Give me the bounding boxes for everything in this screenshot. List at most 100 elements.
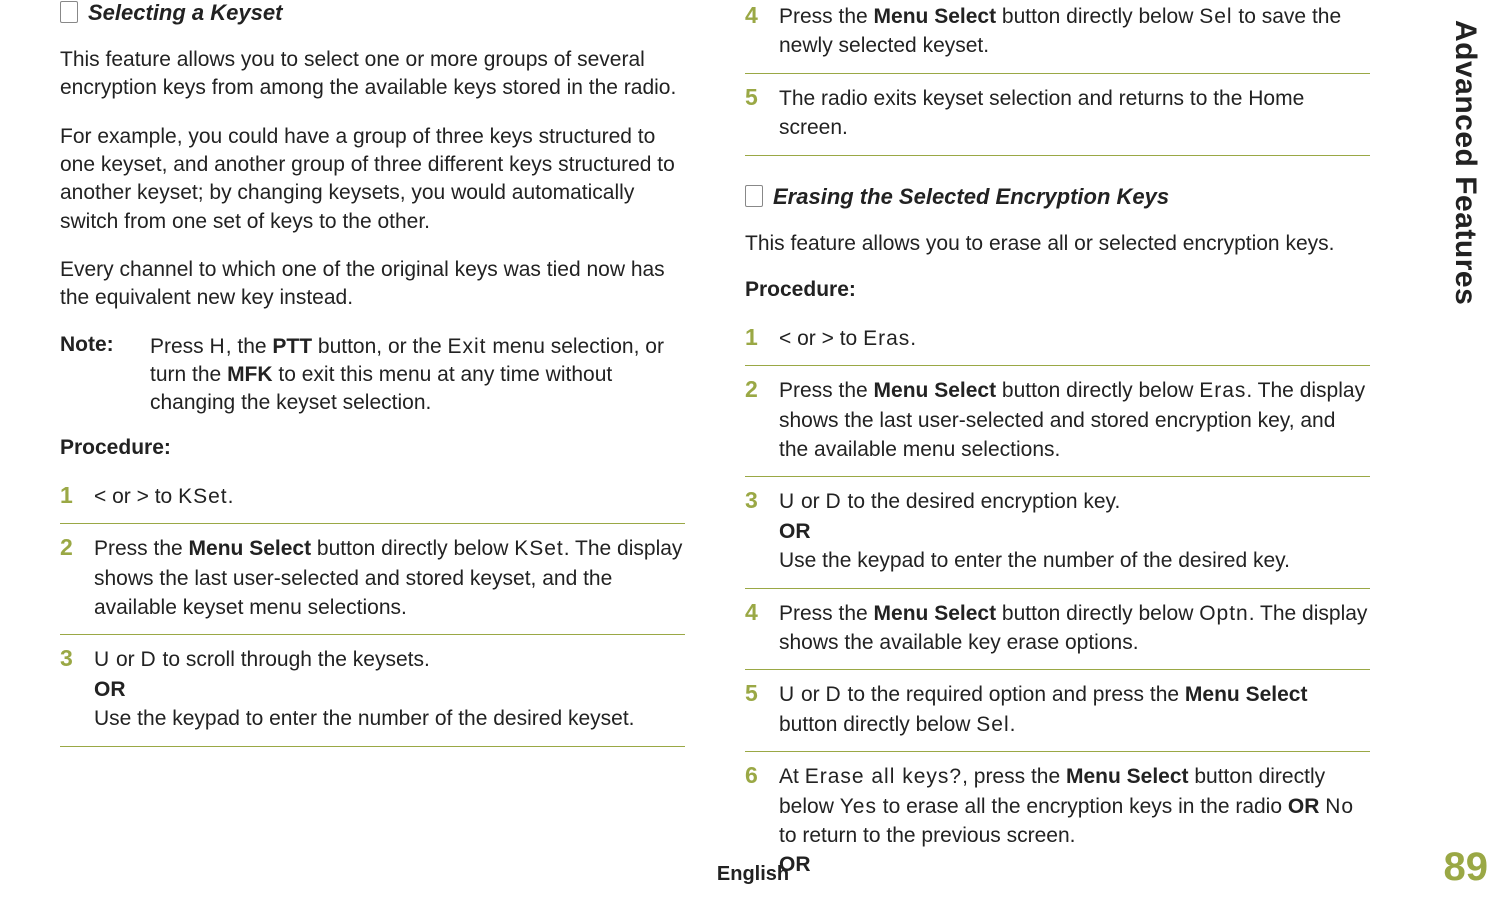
- paragraph: This feature allows you to erase all or …: [745, 230, 1370, 258]
- text: Use the keypad to enter the number of th…: [94, 707, 634, 730]
- key-U: U: [779, 683, 795, 706]
- step-body: At Erase all keys?, press the Menu Selec…: [779, 762, 1370, 880]
- text: Press the: [779, 5, 874, 28]
- text: to return to the previous screen.: [779, 824, 1076, 847]
- erase-step-5: 5 U or D to the required option and pres…: [745, 670, 1370, 752]
- note-label: Note:: [60, 333, 150, 418]
- text: Use the keypad to enter the number of th…: [779, 549, 1290, 572]
- text: or: [795, 490, 825, 513]
- key-U: U: [94, 648, 110, 671]
- text: button directly below: [779, 713, 976, 736]
- key-D: D: [826, 683, 842, 706]
- step-number: 1: [745, 324, 779, 353]
- side-section-label: Advanced Features: [1448, 20, 1482, 305]
- mfk-label: MFK: [227, 363, 273, 386]
- kset-label: KSet: [178, 485, 228, 508]
- step-number: 2: [745, 376, 779, 464]
- sel-label: Sel: [976, 713, 1009, 736]
- text: button directly below: [311, 537, 514, 560]
- right-column: 4 Press the Menu Select button directly …: [715, 0, 1400, 892]
- step-body: Press the Menu Select button directly be…: [779, 2, 1370, 61]
- step-number: 4: [745, 599, 779, 658]
- text: button, or the: [312, 335, 447, 358]
- erase-step-6: 6 At Erase all keys?, press the Menu Sel…: [745, 752, 1370, 892]
- menu-select-label: Menu Select: [874, 602, 997, 625]
- ptt-label: PTT: [272, 335, 312, 358]
- text: Press the: [779, 602, 874, 625]
- step-number: 5: [745, 680, 779, 739]
- step-3: 3 U or D to scroll through the keysets. …: [60, 635, 685, 746]
- paragraph: For example, you could have a group of t…: [60, 123, 685, 236]
- key-D: D: [141, 648, 157, 671]
- key-U: U: [779, 490, 795, 513]
- step-number: 3: [745, 487, 779, 575]
- text: to the required option and press the: [842, 683, 1185, 706]
- step-4: 4 Press the Menu Select button directly …: [745, 0, 1370, 74]
- erase-step-4: 4 Press the Menu Select button directly …: [745, 589, 1370, 671]
- text: Press the: [94, 537, 189, 560]
- note-body: Press H, the PTT button, or the Exit men…: [150, 333, 685, 418]
- text: , the: [226, 335, 273, 358]
- no-label: No: [1325, 795, 1354, 818]
- procedure-steps-cont: 4 Press the Menu Select button directly …: [745, 0, 1370, 156]
- erase-all-keys-label: Erase all keys?: [805, 765, 962, 788]
- step-body: Press the Menu Select button directly be…: [779, 376, 1370, 464]
- text: to the desired encryption key.: [842, 490, 1121, 513]
- or-label: OR: [94, 678, 126, 701]
- paragraph: Every channel to which one of the origin…: [60, 256, 685, 313]
- language-label: English: [717, 863, 789, 886]
- menu-select-label: Menu Select: [189, 537, 312, 560]
- step-body: U or D to scroll through the keysets. OR…: [94, 645, 634, 733]
- note-block: Note: Press H, the PTT button, or the Ex…: [60, 333, 685, 418]
- text: At: [779, 765, 805, 788]
- step-2: 2 Press the Menu Select button directly …: [60, 524, 685, 635]
- yes-label: Yes: [840, 795, 877, 818]
- text: , press the: [962, 765, 1066, 788]
- text: button directly below: [996, 379, 1199, 402]
- erase-step-2: 2 Press the Menu Select button directly …: [745, 366, 1370, 477]
- text: to erase all the encryption keys in the …: [877, 795, 1288, 818]
- step-body: The radio exits keyset selection and ret…: [779, 84, 1370, 143]
- eras-label: Eras: [863, 327, 910, 350]
- step-body: U or D to the desired encryption key. OR…: [779, 487, 1290, 575]
- key-D: D: [826, 490, 842, 513]
- text: button directly below: [996, 5, 1199, 28]
- paragraph: This feature allows you to select one or…: [60, 46, 685, 103]
- step-number: 3: [60, 645, 94, 733]
- text: or: [110, 648, 140, 671]
- step-body: Press the Menu Select button directly be…: [94, 534, 685, 622]
- text: < or > to: [94, 485, 178, 508]
- text: Press the: [779, 379, 874, 402]
- step-body: < or > to Eras.: [779, 324, 916, 353]
- text: .: [910, 327, 916, 350]
- left-column: Selecting a Keyset This feature allows y…: [30, 0, 715, 892]
- menu-select-label: Menu Select: [874, 5, 997, 28]
- text: button directly below: [996, 602, 1199, 625]
- text: to scroll through the keysets.: [157, 648, 430, 671]
- eras-label: Eras: [1199, 379, 1246, 402]
- step-number: 4: [745, 2, 779, 61]
- key-H: H: [210, 335, 226, 358]
- page-number: 89: [1444, 845, 1489, 890]
- procedure-steps: 1 < or > to KSet. 2 Press the Menu Selec…: [60, 472, 685, 747]
- text: < or > to: [779, 327, 863, 350]
- text: Press: [150, 335, 210, 358]
- procedure-label: Procedure:: [60, 436, 685, 460]
- exit-label: Exit: [448, 335, 487, 358]
- sel-label: Sel: [1199, 5, 1232, 28]
- optn-label: Optn: [1199, 602, 1249, 625]
- menu-select-label: Menu Select: [1185, 683, 1308, 706]
- erase-step-1: 1 < or > to Eras.: [745, 314, 1370, 366]
- step-body: Press the Menu Select button directly be…: [779, 599, 1370, 658]
- section-heading-selecting-keyset: Selecting a Keyset: [60, 0, 685, 26]
- step-number: 1: [60, 482, 94, 511]
- text: .: [228, 485, 234, 508]
- menu-select-label: Menu Select: [1066, 765, 1189, 788]
- step-number: 5: [745, 84, 779, 143]
- step-5: 5 The radio exits keyset selection and r…: [745, 74, 1370, 156]
- step-body: U or D to the required option and press …: [779, 680, 1370, 739]
- step-body: < or > to KSet.: [94, 482, 233, 511]
- text: or: [795, 683, 825, 706]
- step-number: 2: [60, 534, 94, 622]
- or-label: OR: [779, 520, 811, 543]
